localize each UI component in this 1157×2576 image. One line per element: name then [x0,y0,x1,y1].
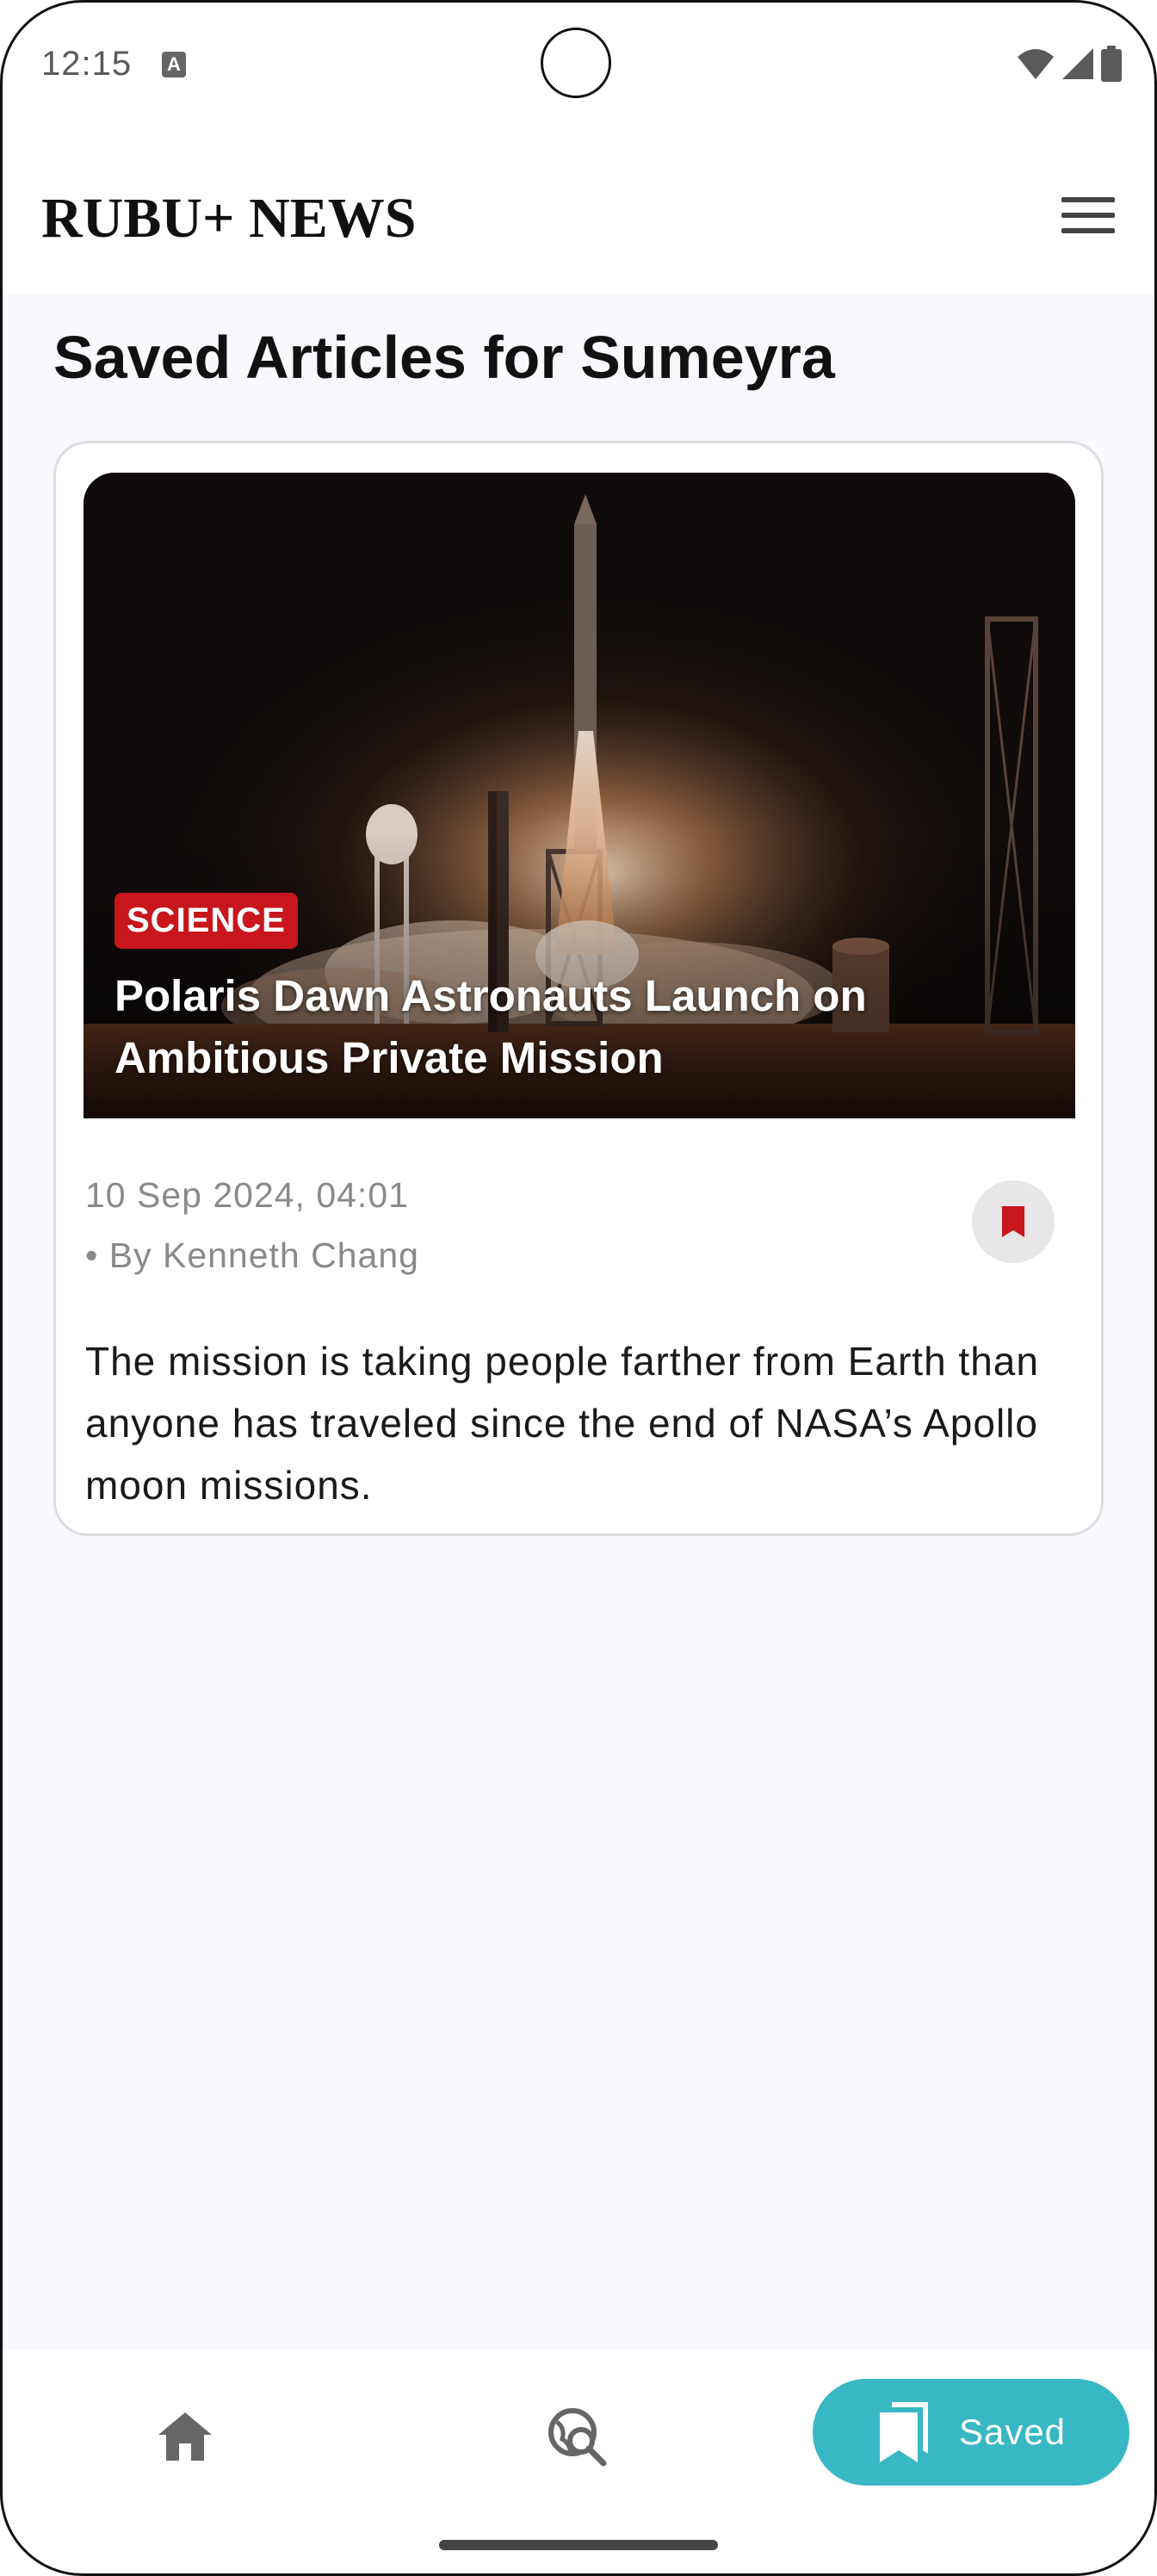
article-author: • By Kenneth Chang [85,1235,419,1275]
app-screen: 12:15 A RUBU+ NEWS Saved Articles for Su… [0,0,1157,2576]
nav-saved-button[interactable]: Saved [813,2379,1129,2486]
app-bar: RUBU+ NEWS [0,129,1157,294]
menu-button[interactable] [1054,181,1123,250]
category-badge[interactable]: SCIENCE [114,893,298,949]
app-logo[interactable]: RUBU+ NEWS [41,186,417,251]
article-card[interactable]: SCIENCE Polaris Dawn Astronauts Launch o… [53,441,1104,1536]
nav-saved-label: Saved [958,2412,1067,2452]
battery-icon [1101,46,1122,82]
status-bar: 12:15 A [0,0,1157,129]
camera-cutout [541,28,611,98]
home-indicator[interactable] [439,2540,718,2550]
signal-icon [1062,48,1093,79]
status-icons [1016,45,1123,83]
article-image[interactable]: SCIENCE Polaris Dawn Astronauts Launch o… [84,473,1075,1118]
home-icon [158,2412,212,2461]
nav-explore-button[interactable] [538,2398,616,2475]
bookmark-icon [879,2402,928,2462]
page-title: Saved Articles for Sumeyra [53,324,835,391]
nav-home-button[interactable] [146,2398,224,2475]
wifi-icon [1018,49,1054,79]
article-summary: The mission is taking people farther fro… [85,1339,1039,1508]
bookmark-filled-icon [1002,1206,1024,1237]
status-time: 12:15 [41,45,133,83]
article-headline[interactable]: Polaris Dawn Astronauts Launch on Ambiti… [114,965,1027,1089]
article-date: 10 Sep 2024, 04:01 [85,1175,409,1215]
hamburger-menu-icon [1061,197,1115,233]
explore-search-icon [548,2408,607,2467]
bookmark-button[interactable] [972,1180,1055,1263]
a-icon: A [162,52,186,77]
